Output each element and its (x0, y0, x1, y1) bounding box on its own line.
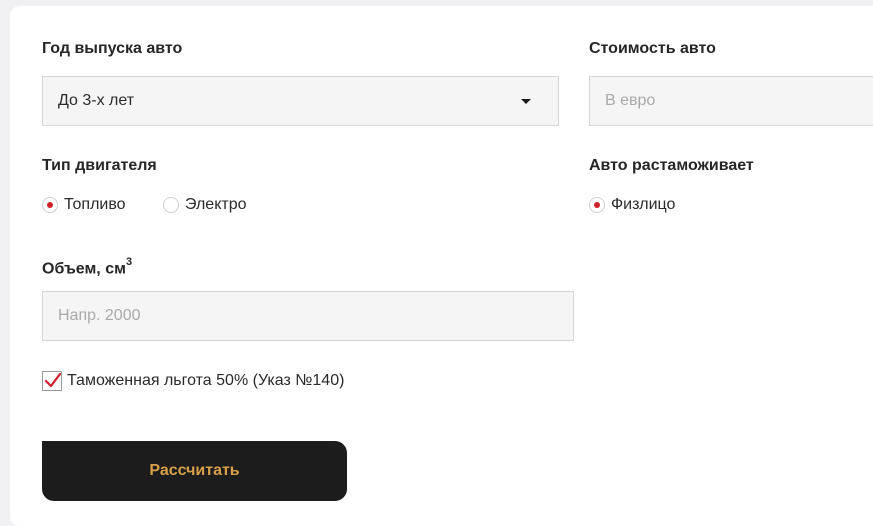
customs-radio-individual-label: Физлицо (611, 196, 676, 213)
volume-input[interactable]: Напр. 2000 (42, 291, 574, 341)
price-label: Стоимость авто (589, 40, 716, 57)
engine-radio-electric[interactable]: Электро (163, 195, 247, 215)
volume-label-sup: 3 (125, 256, 133, 268)
engine-radio-fuel-label: Топливо (64, 196, 126, 213)
engine-radio-electric-label: Электро (185, 196, 247, 213)
year-select-value: До 3-х лет (58, 92, 135, 109)
chevron-down-icon (521, 99, 531, 104)
engine-label: Тип двигателя (42, 157, 157, 174)
radio-selected-icon (42, 197, 58, 213)
benefit-checkbox-label: Таможенная льгота 50% (Указ №140) (67, 372, 345, 389)
customs-label: Авто растаможивает (589, 157, 754, 174)
volume-label-text: Объем, см (42, 260, 126, 278)
volume-label: Объем, см3 (42, 254, 132, 279)
customs-radio-individual[interactable]: Физлицо (589, 195, 675, 215)
engine-radio-fuel[interactable]: Топливо (42, 195, 126, 215)
volume-input-placeholder: Напр. 2000 (58, 307, 141, 324)
benefit-checkbox[interactable]: Таможенная льгота 50% (Указ №140) (42, 370, 344, 392)
checkmark-icon (44, 372, 62, 388)
checkbox-box (42, 371, 62, 391)
year-label: Год выпуска авто (42, 40, 183, 57)
year-select[interactable]: До 3-х лет (42, 76, 559, 126)
radio-unselected-icon (163, 197, 179, 213)
price-input[interactable]: В евро (589, 76, 873, 126)
calculate-button[interactable]: Рассчитать (42, 441, 347, 501)
radio-selected-icon (589, 197, 605, 213)
price-input-placeholder: В евро (605, 92, 656, 109)
